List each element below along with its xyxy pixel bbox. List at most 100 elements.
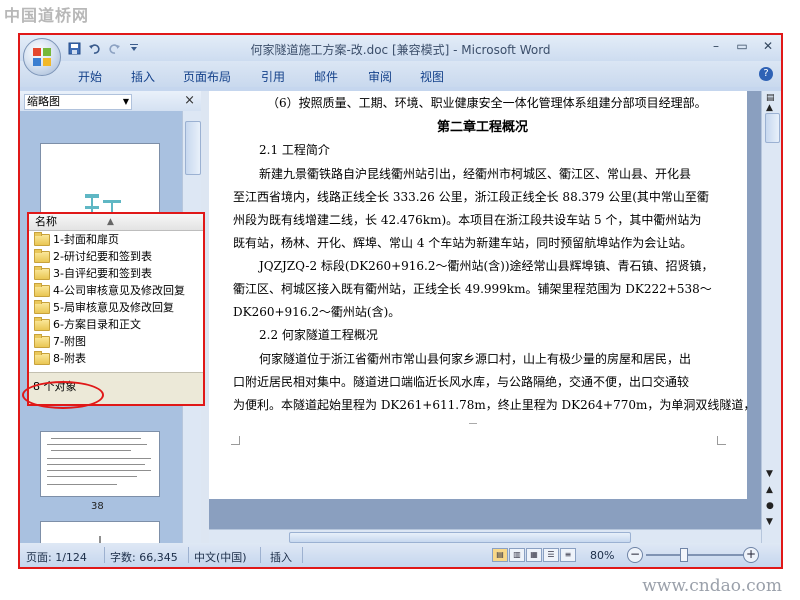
language-status[interactable]: 中文(中国)	[194, 549, 247, 565]
doc-paragraph: 新建九景衢铁路自沪昆线衢州站引出，经衢州市柯城区、衢江区、常山县、开化县	[259, 167, 692, 181]
scroll-up-icon[interactable]: ▲	[766, 103, 773, 113]
scrollbar-thumb[interactable]	[289, 532, 631, 543]
thumbnail-pane-header: 缩略图 ▼ ×	[20, 91, 201, 111]
tab-home[interactable]: 开始	[78, 68, 102, 85]
folder-icon	[34, 282, 50, 297]
paragraph-mark	[469, 423, 477, 424]
close-button[interactable]: ✕	[761, 39, 775, 53]
folder-item[interactable]: 2-研讨纪要和签到表	[34, 248, 152, 265]
office-button[interactable]	[23, 38, 61, 76]
tab-mailings[interactable]: 邮件	[314, 68, 338, 85]
folder-item[interactable]: 6-方案目录和正文	[34, 316, 141, 333]
title-bar: 何家隧道施工方案-改.doc [兼容模式] - Microsoft Word –…	[20, 35, 781, 61]
doc-paragraph: JQZJZQ-2 标段(DK260+916.2～衢州站(含))途经常山县辉埠镇、…	[259, 259, 714, 273]
full-screen-reading-view-icon[interactable]: ▥	[509, 548, 525, 562]
minimize-button[interactable]: –	[709, 39, 723, 53]
folder-icon	[34, 316, 50, 331]
folder-item[interactable]: 8-附表	[34, 350, 86, 367]
doc-paragraph: 衢江区、柯城区接入既有衢州站，正线全长 49.999km。铺架里程范围为 DK2…	[233, 282, 712, 296]
watermark-bottom: www.cndao.com	[642, 576, 782, 596]
doc-subheading: 2.2 何家隧道工程概况	[259, 328, 378, 342]
web-layout-view-icon[interactable]: ▦	[526, 548, 542, 562]
doc-paragraph: （6）按照质量、工期、环境、职业健康安全一体化管理体系组建分部项目经理部。	[267, 96, 707, 110]
name-column-header[interactable]: 名称 ▲	[29, 214, 203, 231]
status-bar: 页面: 1/124 字数: 66,345 中文(中国) 插入 ▤ ▥ ▦ ☰ ≡…	[20, 543, 781, 567]
doc-paragraph: 口附近居民相对集中。隧道进口端临近长风水库，与公路隔绝，交通不便，出口交通较	[233, 375, 690, 389]
folder-label: 6-方案目录和正文	[53, 318, 141, 331]
folder-label: 7-附图	[53, 335, 86, 348]
pane-view-selector[interactable]: 缩略图 ▼	[24, 94, 132, 110]
folder-item[interactable]: 3-自评纪要和签到表	[34, 265, 152, 282]
select-browse-object-icon[interactable]: ●	[766, 501, 774, 511]
doc-heading: 第二章工程概况	[437, 120, 529, 135]
folder-item[interactable]: 7-附图	[34, 333, 86, 350]
word-count-status[interactable]: 字数: 66,345	[110, 549, 178, 565]
insert-mode-status[interactable]: 插入	[270, 549, 292, 565]
tab-page-layout[interactable]: 页面布局	[183, 68, 231, 85]
window-controls: – ▭ ✕	[709, 39, 775, 53]
watermark-top: 中国道桥网	[4, 6, 90, 25]
outline-view-icon[interactable]: ☰	[543, 548, 559, 562]
folder-label: 2-研讨纪要和签到表	[53, 250, 152, 263]
doc-paragraph: 至江西省境内，线路正线全长 333.26 公里，浙江段正线全长 88.379 公…	[233, 190, 709, 204]
folder-label: 5-局审核意见及修改回复	[53, 301, 174, 314]
folder-label: 8-附表	[53, 352, 86, 365]
folder-label: 1-封面和扉页	[53, 233, 119, 246]
doc-paragraph: 既有站，杨林、开化、辉埠、常山 4 个车站为新建车站，同时预留航埠站作为会让站。	[233, 236, 693, 250]
folder-icon	[34, 299, 50, 314]
previous-page-icon[interactable]: ▲	[766, 485, 773, 495]
ribbon-tabs: 开始 插入 页面布局 引用 邮件 审阅 视图 ?	[20, 61, 781, 87]
maximize-button[interactable]: ▭	[735, 39, 749, 53]
word-window: 何家隧道施工方案-改.doc [兼容模式] - Microsoft Word –…	[18, 33, 783, 569]
zoom-in-button[interactable]: +	[743, 547, 759, 563]
zoom-out-button[interactable]: −	[627, 547, 643, 563]
page-count-status[interactable]: 页面: 1/124	[26, 549, 87, 565]
next-page-icon[interactable]: ▼	[766, 517, 773, 527]
doc-paragraph: 为便利。本隧道起始里程为 DK261+611.78m，终止里程为 DK264+7…	[233, 398, 756, 412]
file-list-popup: 名称 ▲ 1-封面和扉页 2-研讨纪要和签到表 3-自评纪要和签到表 4-公司审…	[27, 212, 205, 406]
help-icon[interactable]: ?	[759, 67, 773, 81]
highlight-oval	[22, 381, 104, 409]
pane-view-label: 缩略图	[27, 95, 60, 108]
horizontal-scrollbar[interactable]	[209, 529, 761, 544]
folder-item[interactable]: 5-局审核意见及修改回复	[34, 299, 174, 316]
scrollbar-thumb[interactable]	[185, 121, 201, 175]
folder-icon	[34, 350, 50, 365]
vertical-scrollbar[interactable]: ▤ ▲ ▼ ▲ ● ▼	[761, 91, 781, 543]
doc-subheading: 2.1 工程简介	[259, 143, 330, 157]
page-margin-mark	[717, 436, 726, 445]
folder-label: 4-公司审核意见及修改回复	[53, 284, 185, 297]
folder-label: 3-自评纪要和签到表	[53, 267, 152, 280]
folder-icon	[34, 231, 50, 246]
page-number-label: 38	[91, 501, 104, 512]
page-thumbnail[interactable]	[40, 431, 160, 497]
page-margin-mark	[231, 436, 240, 445]
ruler-toggle-icon[interactable]: ▤	[766, 93, 775, 103]
doc-paragraph: DK260+916.2～衢州站(含)。	[233, 305, 401, 319]
tab-view[interactable]: 视图	[420, 68, 444, 85]
zoom-slider-knob[interactable]	[680, 548, 688, 562]
folder-item[interactable]: 4-公司审核意见及修改回复	[34, 282, 185, 299]
folder-item[interactable]: 1-封面和扉页	[34, 231, 119, 248]
office-logo-icon	[33, 48, 51, 66]
sort-arrow-icon: ▲	[107, 217, 114, 227]
zoom-level-label[interactable]: 80%	[590, 549, 614, 562]
tab-references[interactable]: 引用	[261, 68, 285, 85]
chevron-down-icon: ▼	[122, 97, 129, 106]
zoom-slider-track[interactable]	[646, 554, 750, 556]
pane-close-button[interactable]: ×	[184, 93, 195, 108]
folder-icon	[34, 265, 50, 280]
document-page[interactable]: （6）按照质量、工期、环境、职业健康安全一体化管理体系组建分部项目经理部。 第二…	[209, 91, 755, 499]
window-title: 何家隧道施工方案-改.doc [兼容模式] - Microsoft Word	[250, 43, 551, 57]
scroll-down-icon[interactable]: ▼	[766, 469, 773, 479]
folder-icon	[34, 248, 50, 263]
folder-icon	[34, 333, 50, 348]
doc-paragraph: 何家隧道位于浙江省衢州市常山县何家乡源口村，山上有极少量的房屋和居民，出	[259, 352, 692, 366]
doc-paragraph: 州段为既有线增建二线，长 42.476km)。本项目在浙江段共设车站 5 个，其…	[233, 213, 702, 227]
draft-view-icon[interactable]: ≡	[560, 548, 576, 562]
tab-insert[interactable]: 插入	[131, 68, 155, 85]
tab-review[interactable]: 审阅	[368, 68, 392, 85]
print-layout-view-icon[interactable]: ▤	[492, 548, 508, 562]
name-column-label: 名称	[35, 215, 57, 228]
scrollbar-thumb[interactable]	[765, 113, 780, 143]
